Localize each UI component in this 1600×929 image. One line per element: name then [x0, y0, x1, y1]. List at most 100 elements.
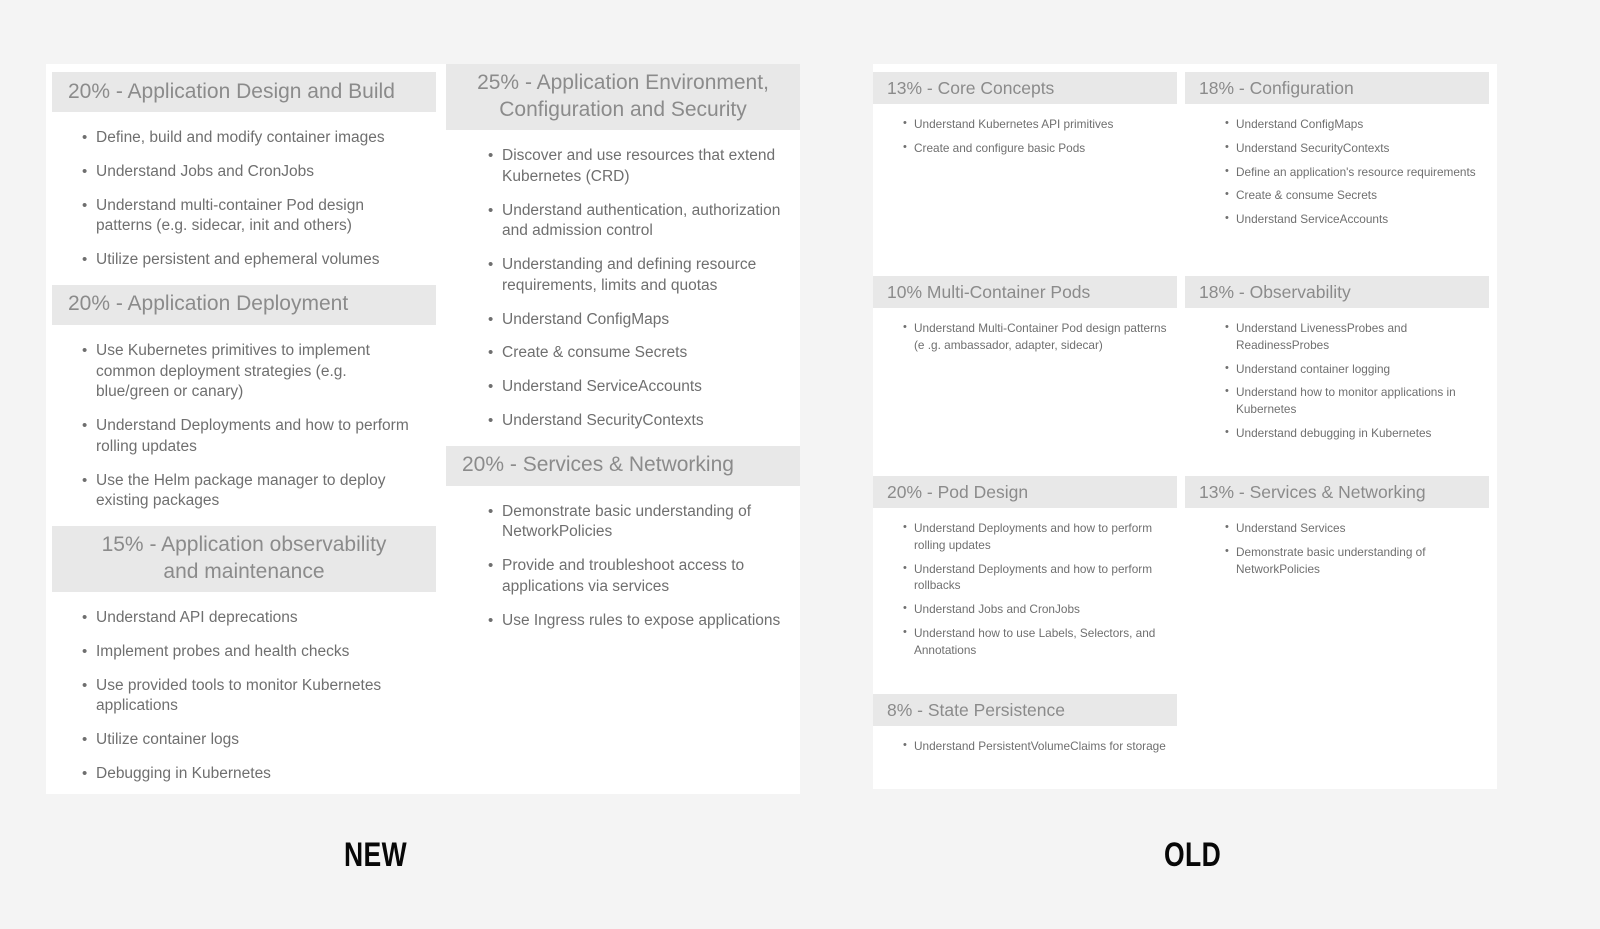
caption-old: OLD: [1164, 836, 1222, 874]
bullet-icon: •: [1225, 544, 1229, 557]
bullet-icon: •: [82, 251, 88, 269]
list-item: • Utilize persistent and ephemeral volume…: [82, 250, 414, 271]
list-item-label: Utilize persistent and ephemeral volumes: [96, 251, 380, 269]
list-item: • Use Ingress rules to expose application…: [488, 611, 792, 632]
section-bullet-list: • Understand API deprecations • Implement p…: [52, 592, 436, 785]
list-item: • Create and configure basic Pods: [903, 140, 1167, 157]
list-item: • Understand PersistentVolumeClaims for s…: [903, 738, 1167, 755]
curriculum-section: 8% - State Persistence • Understand Persis…: [873, 694, 1177, 784]
curriculum-section: 20% - Application Design and Build • Defin…: [52, 72, 436, 271]
list-item: • Understand Deployments and how to perfo…: [903, 520, 1167, 554]
list-item-label: Understand Services: [1236, 521, 1346, 535]
list-item-label: Define an application's resource require…: [1236, 164, 1476, 179]
list-item: • Understand authentication, authorizatio…: [488, 201, 792, 243]
bullet-icon: •: [82, 417, 88, 435]
curriculum-section: 20% - Pod Design • Understand Deployments …: [873, 476, 1177, 694]
section-header: 18% - Configuration: [1185, 72, 1489, 104]
list-item-label: Understand LivenessProbes and ReadinessP…: [1236, 321, 1408, 352]
list-item-label: Understand authentication, authorization…: [502, 201, 781, 240]
caption-new: NEW: [344, 836, 408, 874]
list-item: • Create & consume Secrets: [488, 343, 792, 364]
bullet-icon: •: [1225, 140, 1229, 153]
list-item-label: Provide and troubleshoot access to appli…: [502, 557, 745, 595]
section-header-textblock: 15% - Application observability and maint…: [102, 532, 387, 586]
bullet-icon: •: [488, 310, 494, 328]
section-header: 20% - Application Deployment: [52, 284, 436, 325]
bullet-icon: •: [82, 471, 88, 489]
section-bullet-list: • Define, build and modify container imag…: [52, 112, 436, 271]
list-item: • Use the Helm package manager to deploy …: [82, 471, 414, 513]
list-item: • Discover and use resources that extend …: [488, 146, 792, 188]
list-item: • Understand how to use Labels, Selectors…: [903, 625, 1167, 659]
list-item-label: Understand SecurityContexts: [502, 411, 704, 429]
section-header: 18% - Observability: [1185, 276, 1489, 308]
bullet-icon: •: [903, 117, 907, 129]
curriculum-section: 18% - Observability • Understand LivenessP…: [1185, 276, 1489, 476]
section-header-line: 8% - State Persistence: [887, 699, 1065, 720]
list-item: • Understand SecurityContexts: [488, 411, 792, 432]
list-item-label: Understand ServiceAccounts: [1236, 212, 1389, 226]
bullet-icon: •: [488, 256, 494, 274]
list-item: • Understand LivenessProbes and Readiness…: [1225, 320, 1479, 354]
section-bullet-list: • Use Kubernetes primitives to implement …: [52, 325, 436, 512]
section-header: 8% - State Persistence: [873, 694, 1177, 726]
list-item-label: Understand container logging: [1236, 361, 1391, 376]
section-header: 20% - Services & Networking: [446, 445, 800, 486]
list-item-label: Understand debugging in Kubernetes: [1236, 425, 1432, 440]
section-header-line: 20% - Application Design and Build: [68, 79, 395, 103]
bullet-icon: •: [488, 344, 494, 362]
list-item-label: Understand multi-container Pod design pa…: [96, 196, 364, 235]
list-item: • Utilize container logs: [82, 730, 414, 751]
list-item-label: Demonstrate basic understanding of Netwo…: [502, 502, 752, 541]
list-item-label: Understand API deprecations: [96, 609, 298, 627]
list-item: • Understand Deployments and how to perfo…: [903, 561, 1167, 595]
section-bullet-list: • Understand Kubernetes API primitives • Cr…: [873, 104, 1177, 157]
old-column-right: 18% - Configuration • Understand ConfigMap…: [1185, 64, 1497, 789]
section-header-line: 13% - Services & Networking: [1199, 481, 1426, 502]
slide-canvas: 20% - Application Design and Build • Defin…: [0, 0, 1600, 929]
bullet-icon: •: [82, 642, 88, 660]
section-header-line: 15% - Application observability: [101, 533, 387, 557]
list-item-label: Create & consume Secrets: [1236, 188, 1377, 203]
list-item: • Understand Deployments and how to perfo…: [82, 416, 414, 458]
section-header-line: 18% - Observability: [1199, 281, 1351, 302]
list-item-label: Understand how to use Labels, Selectors,…: [914, 625, 1156, 657]
list-item: • Provide and troubleshoot access to appl…: [488, 556, 792, 598]
list-item-label: Understand PersistentVolumeClaims for st…: [914, 739, 1166, 753]
section-header-line: 10% Multi-Container Pods: [887, 281, 1091, 302]
list-item: • Understand ConfigMaps: [488, 310, 792, 331]
list-item: • Understand ServiceAccounts: [488, 377, 792, 398]
list-item-label: Understand Deployments and how to perfor…: [914, 561, 1153, 593]
bullet-icon: •: [1225, 425, 1229, 438]
list-item-label: Utilize container logs: [96, 731, 240, 749]
list-item: • Understand Services: [1225, 520, 1479, 537]
list-item-label: Debugging in Kubernetes: [96, 765, 271, 783]
bullet-icon: •: [82, 676, 88, 694]
list-item-label: Understand ServiceAccounts: [502, 378, 702, 396]
bullet-icon: •: [82, 765, 88, 783]
list-item: • Debugging in Kubernetes: [82, 764, 414, 785]
section-bullet-list: • Understand Services • Demonstrate basic u…: [1185, 508, 1489, 577]
list-item: • Understand API deprecations: [82, 608, 414, 629]
list-item-label: Understand Jobs and CronJobs: [96, 162, 314, 180]
list-item: • Understand how to monitor applications …: [1225, 384, 1479, 418]
list-item: • Understand Kubernetes API primitives: [903, 116, 1167, 133]
bullet-icon: •: [488, 502, 494, 520]
bullet-icon: •: [82, 341, 88, 359]
list-item-label: Discover and use resources that extend K…: [502, 147, 776, 185]
curriculum-section: 13% - Core Concepts • Understand Kubernete…: [873, 72, 1177, 276]
list-item: • Demonstrate basic understanding of Netw…: [1225, 544, 1479, 578]
bullet-icon: •: [903, 321, 907, 333]
bullet-icon: •: [82, 196, 88, 214]
bullet-icon: •: [488, 378, 494, 396]
list-item: • Use provided tools to monitor Kubernete…: [82, 676, 414, 718]
bullet-icon: •: [82, 129, 88, 146]
list-item: • Implement probes and health checks: [82, 642, 414, 663]
bullet-icon: •: [1225, 212, 1229, 224]
list-item-label: Understand Deployments and how to perfor…: [914, 521, 1153, 552]
bullet-icon: •: [903, 739, 907, 751]
section-header: 10% Multi-Container Pods: [873, 276, 1177, 308]
curriculum-section: 18% - Configuration • Understand ConfigMap…: [1185, 72, 1489, 276]
list-item-label: Define, build and modify container image…: [96, 129, 385, 146]
bullet-icon: •: [488, 557, 494, 575]
